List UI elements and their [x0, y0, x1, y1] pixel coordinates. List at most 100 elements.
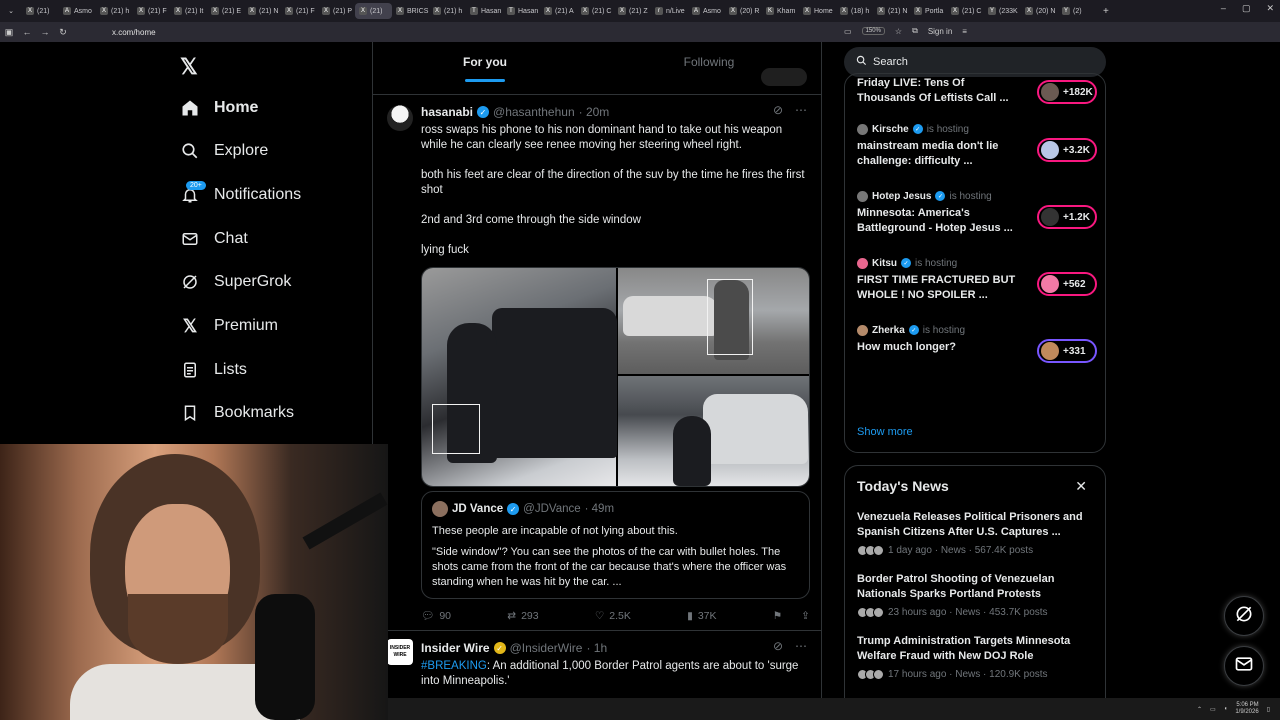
browser-tab[interactable]: X (21) P — [318, 3, 355, 19]
media-image[interactable] — [422, 268, 617, 486]
views-button[interactable]: ▮ 37K — [687, 609, 716, 622]
tweet-time[interactable]: · 1h — [586, 641, 607, 655]
author-handle[interactable]: @JDVance — [523, 503, 580, 515]
avatar[interactable] — [387, 105, 413, 131]
x-logo-icon[interactable]: 𝕏 — [180, 54, 198, 80]
browser-tab[interactable]: X (21) F — [281, 3, 318, 19]
browser-tab[interactable]: A Asmo — [688, 3, 725, 19]
browser-tab[interactable]: T Hasan — [466, 3, 503, 19]
live-listener-pill[interactable]: +331 — [1037, 339, 1097, 363]
live-item[interactable]: Friday LIVE: Tens Of Thousands Of Leftis… — [857, 76, 1097, 106]
zoom-level[interactable]: 150% — [861, 27, 885, 35]
sidebar-item-supergrok[interactable]: SuperGrok — [180, 267, 291, 297]
browser-tab[interactable]: X (21) C — [947, 3, 984, 19]
browser-tab[interactable]: X Portla — [910, 3, 947, 19]
messages-float-button[interactable] — [1224, 646, 1264, 686]
sidebar-item-premium[interactable]: 𝕏 Premium — [180, 311, 278, 341]
bookmark-star-icon[interactable]: ☆ — [895, 27, 902, 36]
reader-icon[interactable]: ▭ — [844, 27, 852, 36]
menu-icon[interactable]: ≡ — [962, 27, 967, 36]
network-icon[interactable]: ▭ — [1210, 706, 1216, 713]
browser-tab[interactable]: X (21) A — [540, 3, 577, 19]
browser-tab[interactable]: X (21) E — [207, 3, 244, 19]
share-icon[interactable]: ⇪ — [801, 610, 810, 622]
news-item[interactable]: Border Patrol Shooting of Venezuelan Nat… — [857, 572, 1093, 618]
media-image[interactable] — [618, 376, 809, 486]
system-clock[interactable]: 5:06 PM 1/9/2026 — [1235, 702, 1258, 716]
tweet[interactable]: INSIDER WIRE Insider Wire ✓ @InsiderWire… — [373, 631, 821, 689]
sidebar-item-lists[interactable]: Lists — [180, 355, 247, 385]
browser-tab[interactable]: X (21) — [355, 3, 392, 19]
author-name[interactable]: Insider Wire — [421, 641, 490, 655]
minimize-icon[interactable]: – — [1221, 3, 1226, 14]
sidebar-item-notifications[interactable]: 20+ Notifications — [180, 180, 301, 210]
back-icon[interactable]: ← — [18, 27, 36, 37]
reply-button[interactable]: 💬︎ 90 — [421, 609, 451, 623]
sign-in-button[interactable]: Sign in — [928, 27, 952, 36]
browser-tab[interactable]: X (21) It — [170, 3, 207, 19]
live-item[interactable]: Kirsche ✓ is hosting mainstream media don'… — [857, 122, 1097, 169]
new-tab-icon[interactable]: + — [1103, 6, 1109, 17]
browser-tab[interactable]: r n/Live — [651, 3, 688, 19]
show-more-link[interactable]: Show more — [857, 426, 913, 438]
browser-tab[interactable]: X (20) R — [725, 3, 762, 19]
browser-tab[interactable]: X (21) — [22, 3, 59, 19]
browser-tab[interactable]: X Home — [799, 3, 836, 19]
bookmark-icon[interactable]: ⚑ — [773, 610, 782, 622]
tweet-time[interactable]: · 20m — [579, 105, 610, 119]
browser-tab[interactable]: Y (2) — [1058, 3, 1095, 19]
notification-center-icon[interactable]: ▯ — [1267, 706, 1270, 713]
repost-button[interactable]: ⇄ 293 — [507, 609, 538, 622]
browser-tab[interactable]: T Hasan — [503, 3, 540, 19]
author-handle[interactable]: @InsiderWire — [510, 641, 583, 655]
reload-icon[interactable]: ↻ — [54, 27, 72, 38]
live-item[interactable]: Hotep Jesus ✓ is hosting Minnesota: Americ… — [857, 189, 1097, 236]
more-icon[interactable]: ⋯ — [795, 103, 807, 117]
quoted-tweet[interactable]: JD Vance ✓ @JDVance · 49m These people a… — [421, 491, 810, 599]
maximize-icon[interactable]: ▢ — [1242, 3, 1251, 14]
browser-tab[interactable]: X (21) F — [133, 3, 170, 19]
live-listener-pill[interactable]: +562 — [1037, 272, 1097, 296]
browser-tab[interactable]: Y (233K — [984, 3, 1021, 19]
news-item[interactable]: Venezuela Releases Political Prisoners a… — [857, 510, 1093, 556]
author-name[interactable]: JD Vance — [452, 503, 503, 515]
tab-list-icon[interactable]: ⌄ — [0, 7, 22, 15]
close-icon[interactable]: ✕ — [1075, 478, 1087, 495]
media-image[interactable] — [618, 268, 809, 374]
sidebar-item-home[interactable]: Home — [180, 93, 258, 123]
close-icon[interactable]: ✕ — [1266, 3, 1274, 14]
author-name[interactable]: hasanabi — [421, 105, 473, 119]
live-item[interactable]: Kitsu ✓ is hosting FIRST TIME FRACTURED BU… — [857, 256, 1097, 303]
news-item[interactable]: Trump Administration Targets Minnesota W… — [857, 634, 1093, 680]
volume-icon[interactable]: ◖ — [1224, 706, 1228, 712]
forward-icon[interactable]: → — [36, 27, 54, 37]
browser-tab[interactable]: X (20) N — [1021, 3, 1058, 19]
browser-tab[interactable]: X (21) h — [429, 3, 466, 19]
grok-icon[interactable]: ⊘ — [773, 103, 783, 117]
browser-tab[interactable]: X BRICS — [392, 3, 429, 19]
browser-tab[interactable]: X (18) h — [836, 3, 873, 19]
browser-tab[interactable]: X (21) Z — [614, 3, 651, 19]
browser-tab[interactable]: K Kham — [762, 3, 799, 19]
browser-tab[interactable]: X (21) N — [244, 3, 281, 19]
live-item[interactable]: Zherka ✓ is hosting How much longer? +331 — [857, 323, 1097, 363]
hashtag-link[interactable]: #BREAKING — [421, 660, 487, 672]
tweet[interactable]: hasanabi ✓ @hasanthehun · 20m ⊘ ⋯ ross s… — [373, 95, 821, 630]
live-listener-pill[interactable]: +1.2K — [1037, 205, 1097, 229]
tray-chevron-icon[interactable]: ⌃ — [1197, 706, 1202, 713]
more-icon[interactable]: ⋯ — [795, 639, 807, 653]
sidebar-item-chat[interactable]: Chat — [180, 224, 248, 254]
browser-tab[interactable]: X (21) h — [96, 3, 133, 19]
avatar[interactable]: INSIDER WIRE — [387, 639, 413, 665]
address-bar[interactable]: x.com/home — [112, 28, 156, 37]
extensions-icon[interactable]: ⧉ — [912, 26, 918, 36]
author-handle[interactable]: @hasanthehun — [493, 105, 575, 119]
sidebar-toggle-icon[interactable]: ▣ — [0, 27, 18, 38]
browser-tab[interactable]: X (21) N — [873, 3, 910, 19]
browser-tab[interactable]: X (21) C — [577, 3, 614, 19]
sidebar-item-explore[interactable]: Explore — [180, 136, 268, 166]
grok-float-button[interactable] — [1224, 596, 1264, 636]
grok-icon[interactable]: ⊘ — [773, 639, 783, 653]
browser-tab[interactable]: A Asmo — [59, 3, 96, 19]
live-listener-pill[interactable]: +182K — [1037, 80, 1097, 104]
